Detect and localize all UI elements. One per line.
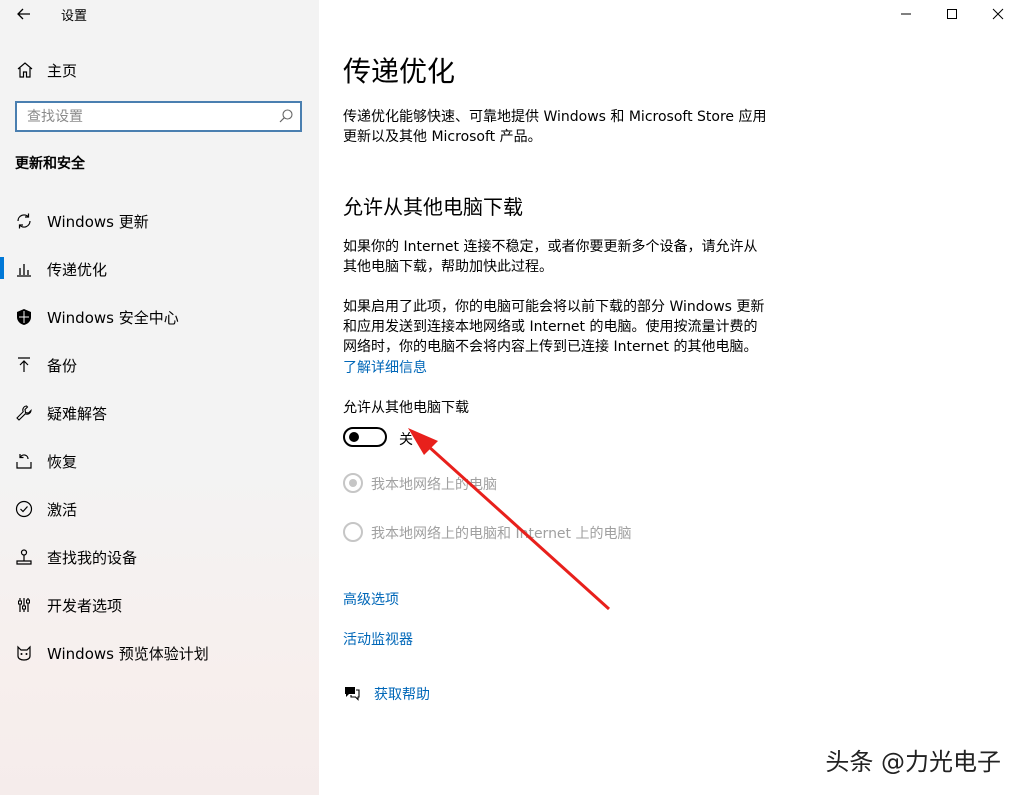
sidebar-item-backup[interactable]: 备份 [0,345,319,385]
radio-dot [349,479,357,487]
radio-label: 我本地网络上的电脑和 Internet 上的电脑 [371,526,632,542]
sidebar: 设置 主页 更新和安全 Windows 更新 传递优化 Windows 安全中心 [0,0,319,795]
search-icon[interactable] [278,108,294,124]
sidebar-item-home[interactable]: 主页 [0,56,319,84]
radio-circle[interactable] [343,522,363,542]
sidebar-item-label: 开发者选项 [47,597,123,615]
sidebar-item-delivery-optimization[interactable]: 传递优化 [0,249,319,289]
sidebar-item-label: 查找我的设备 [47,549,138,567]
description-text-line: 如果你的 Internet 连接不稳定，或者你要更新多个设备，请允许从 [343,239,758,255]
insider-cat-icon [14,643,34,663]
sidebar-item-windows-security[interactable]: Windows 安全中心 [0,297,319,337]
sidebar-item-label: Windows 更新 [47,213,149,231]
check-circle-icon [14,499,34,519]
shield-icon [14,307,34,327]
close-button[interactable] [975,3,1021,25]
sidebar-item-label: 主页 [47,62,78,80]
sidebar-item-windows-insider[interactable]: Windows 预览体验计划 [0,633,319,673]
sidebar-item-label: 激活 [47,501,78,519]
chat-help-icon [343,684,361,702]
selected-indicator [0,257,4,279]
sidebar-item-label: 恢复 [47,453,78,471]
sidebar-item-find-my-device[interactable]: 查找我的设备 [0,537,319,577]
activity-monitor-link[interactable]: 活动监视器 [343,629,413,649]
radio-label: 我本地网络上的电脑 [371,477,497,493]
intro-text-line: 更新以及其他 Microsoft 产品。 [343,129,542,145]
intro-text-line: 传递优化能够快速、可靠地提供 Windows 和 Microsoft Store… [343,109,767,125]
sidebar-item-label: Windows 安全中心 [47,309,179,327]
search-input[interactable] [25,106,269,128]
sidebar-item-activation[interactable]: 激活 [0,489,319,529]
minimize-button[interactable] [883,3,929,25]
sidebar-item-label: Windows 预览体验计划 [47,645,209,663]
back-arrow-icon[interactable] [14,4,34,24]
minimize-icon [900,5,912,24]
recovery-icon [14,451,34,471]
wrench-icon [14,403,34,423]
toggle-state-text: 关 [399,432,413,448]
sync-icon [14,211,34,231]
sidebar-item-recovery[interactable]: 恢复 [0,441,319,481]
sidebar-item-windows-update[interactable]: Windows 更新 [0,201,319,241]
section-title: 允许从其他电脑下载 [343,195,523,219]
sidebar-item-label: 疑难解答 [47,405,108,423]
app-title: 设置 [61,9,88,24]
maximize-icon [946,5,958,24]
backup-arrow-icon [14,355,34,375]
developer-sliders-icon [14,595,34,615]
close-icon [992,5,1004,24]
toggle-knob [349,432,359,442]
sidebar-item-developer-options[interactable]: 开发者选项 [0,585,319,625]
get-help-link[interactable]: 获取帮助 [374,684,430,704]
description-text-line: 如果启用了此项，你的电脑可能会将以前下载的部分 Windows 更新 [343,299,765,315]
sidebar-section-title: 更新和安全 [15,156,85,172]
delivery-optimization-icon [14,259,34,279]
find-device-icon [14,547,34,567]
page-title: 传递优化 [343,55,456,88]
watermark: 头条 @力光电子 [825,748,1001,776]
description-text-line: 网络时，你的电脑不会将内容上传到已连接 Internet 的其他电脑。 [343,339,758,355]
radio-circle[interactable] [343,473,363,493]
toggle-label: 允许从其他电脑下载 [343,400,469,416]
maximize-button[interactable] [929,3,975,25]
home-icon [15,60,35,80]
learn-more-link[interactable]: 了解详细信息 [343,357,427,377]
description-text-line: 和应用发送到连接本地网络或 Internet 的电脑。使用按流量计费的 [343,319,758,335]
search-box[interactable] [15,101,302,132]
advanced-options-link[interactable]: 高级选项 [343,589,399,609]
description-text-line: 其他电脑下载，帮助加快此过程。 [343,259,553,275]
allow-downloads-toggle[interactable] [343,427,387,447]
sidebar-item-troubleshoot[interactable]: 疑难解答 [0,393,319,433]
main-content: 传递优化 传递优化能够快速、可靠地提供 Windows 和 Microsoft … [319,0,1023,795]
sidebar-item-label: 备份 [47,357,78,375]
sidebar-item-label: 传递优化 [47,261,108,279]
